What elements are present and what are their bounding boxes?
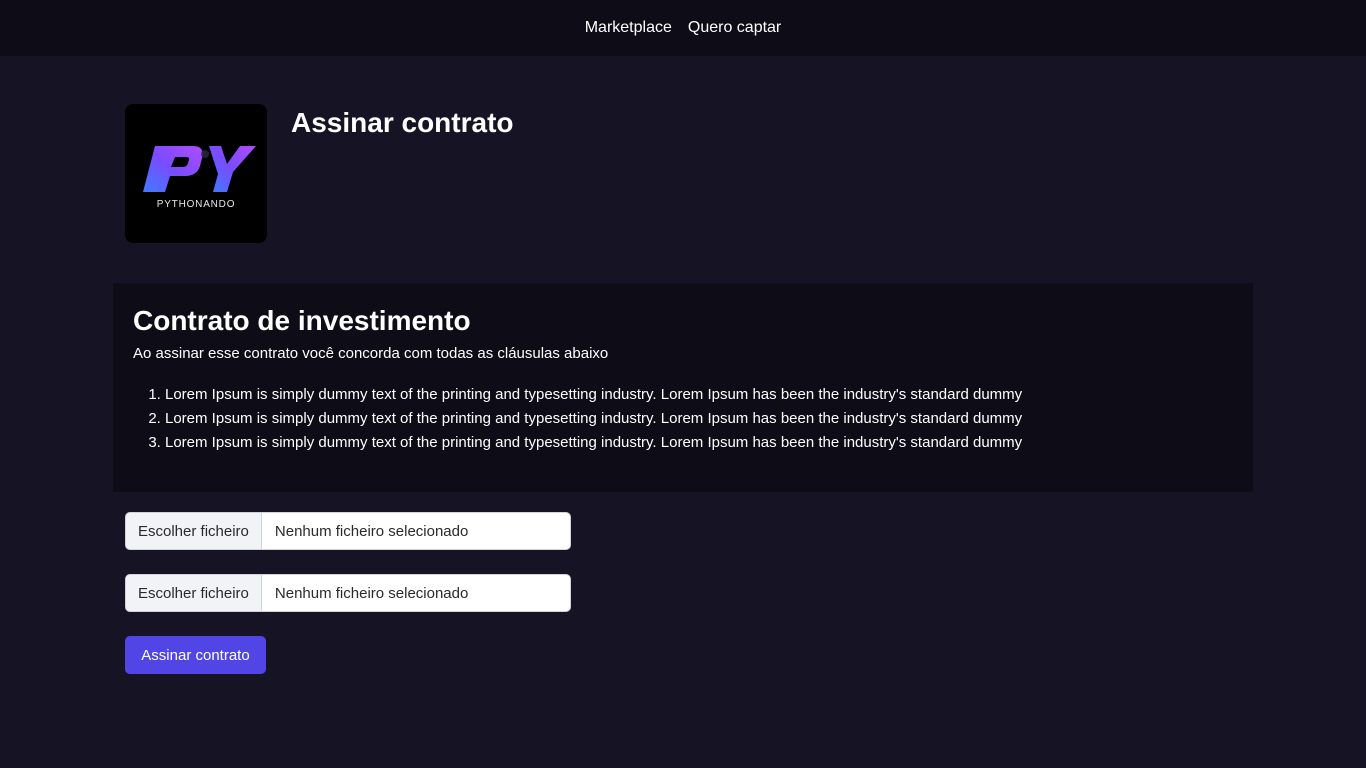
- file-status-text: Nenhum ficheiro selecionado: [274, 584, 469, 602]
- nav-link-marketplace[interactable]: Marketplace: [585, 19, 672, 37]
- contract-card: Contrato de investimento Ao assinar esse…: [113, 283, 1253, 492]
- contract-intro: Ao assinar esse contrato você concorda c…: [133, 345, 609, 362]
- file-upload-1[interactable]: Escolher ficheiro Nenhum ficheiro seleci…: [125, 512, 571, 550]
- contract-title: Contrato de investimento: [133, 305, 471, 336]
- file-status-text: Nenhum ficheiro selecionado: [274, 522, 469, 540]
- choose-file-button[interactable]: Escolher ficheiro: [126, 513, 262, 549]
- logo-wordmark: PYTHONANDO: [157, 199, 236, 210]
- clause-item: Lorem Ipsum is simply dummy text of the …: [165, 431, 1233, 455]
- clause-item: Lorem Ipsum is simply dummy text of the …: [165, 407, 1233, 431]
- choose-file-button[interactable]: Escolher ficheiro: [126, 575, 262, 611]
- page-title: Assinar contrato: [291, 107, 514, 138]
- file-upload-2[interactable]: Escolher ficheiro Nenhum ficheiro seleci…: [125, 574, 571, 612]
- sign-contract-button[interactable]: Assinar contrato: [125, 636, 266, 674]
- nav-link-quero-captar[interactable]: Quero captar: [688, 19, 781, 37]
- top-navigation: Marketplace Quero captar: [0, 0, 1366, 56]
- pythonando-logo: PYTHONANDO: [125, 104, 267, 243]
- clause-item: Lorem Ipsum is simply dummy text of the …: [165, 383, 1233, 407]
- clause-list: Lorem Ipsum is simply dummy text of the …: [133, 383, 1233, 455]
